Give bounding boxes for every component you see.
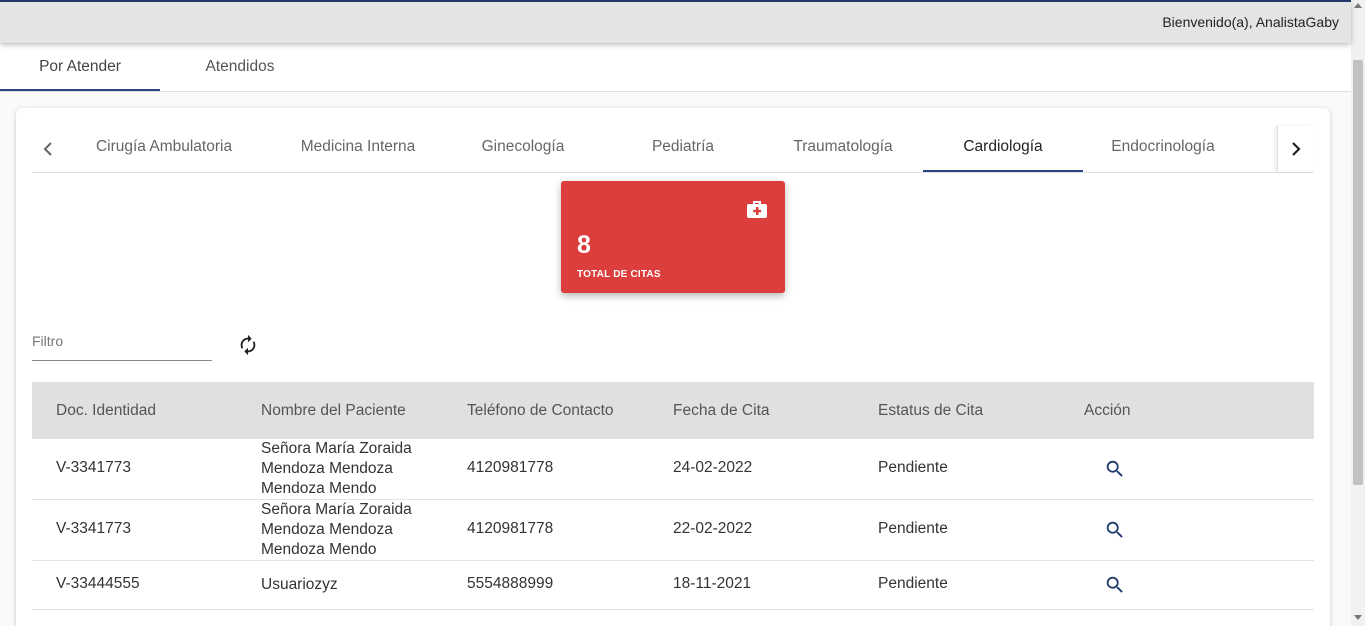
chevron-right-icon (1292, 142, 1301, 156)
tab-atendidos[interactable]: Atendidos (160, 44, 320, 91)
table-row: V-3341773 Señora María Zoraida Mendoza M… (32, 439, 1314, 500)
table-row: V-33444555 Usuariozyz 5554888999 18-11-2… (32, 561, 1314, 610)
search-icon[interactable] (1104, 458, 1126, 480)
tab-traumatologia[interactable]: Traumatología (763, 126, 923, 172)
tab-pediatria[interactable]: Pediatría (603, 126, 763, 172)
total-appointments-card: 8 TOTAL DE CITAS (561, 181, 785, 293)
table-row: V-3341773 Señora María Zoraida Mendoza M… (32, 500, 1314, 561)
header-phone: Teléfono de Contacto (467, 402, 614, 419)
tab-medicina-interna[interactable]: Medicina Interna (278, 126, 438, 172)
chevron-left-icon (43, 142, 52, 156)
cell-phone: 4120981778 (467, 520, 554, 537)
cell-doc: V-3341773 (56, 459, 131, 476)
search-icon[interactable] (1104, 574, 1126, 596)
filter-field (32, 330, 212, 361)
welcome-text: Bienvenido(a), AnalistaGaby (1162, 14, 1339, 30)
cell-phone: 5554888999 (467, 575, 554, 592)
tab-endocrinologia[interactable]: Endocrinología (1083, 126, 1243, 172)
specialty-tabs: Cirugía Ambulatoria Medicina Interna Gin… (32, 126, 1314, 173)
header-date: Fecha de Cita (673, 402, 770, 419)
tab-ginecologia[interactable]: Ginecología (443, 126, 603, 172)
top-bar: Bienvenido(a), AnalistaGaby (0, 0, 1351, 43)
header-status: Estatus de Cita (878, 402, 984, 419)
tab-cirugia-ambulatoria[interactable]: Cirugía Ambulatoria (84, 126, 244, 172)
cell-date: 24-02-2022 (673, 459, 753, 476)
filter-input[interactable] (32, 330, 212, 360)
cell-status: Pendiente (878, 575, 948, 592)
cell-name: Señora María Zoraida Mendoza Mendoza Men… (261, 501, 412, 558)
cell-status: Pendiente (878, 459, 948, 476)
cell-status: Pendiente (878, 520, 948, 537)
cell-date: 22-02-2022 (673, 520, 753, 537)
refresh-icon (240, 334, 256, 356)
cell-doc: V-3341773 (56, 520, 131, 537)
total-appointments-label: TOTAL DE CITAS (577, 269, 661, 280)
tab-cardiologia[interactable]: Cardiología (923, 126, 1083, 172)
appointments-card: Cirugía Ambulatoria Medicina Interna Gin… (16, 108, 1330, 626)
total-appointments-value: 8 (577, 231, 591, 259)
cell-phone: 4120981778 (467, 459, 554, 476)
table-header: Doc. Identidad Nombre del Paciente Teléf… (32, 382, 1314, 439)
refresh-button[interactable] (237, 334, 259, 356)
header-doc: Doc. Identidad (56, 402, 156, 419)
tabs-next-button[interactable] (1277, 126, 1314, 172)
scroll-up-arrow-icon[interactable] (1354, 3, 1362, 8)
tabs-prev-button[interactable] (32, 126, 64, 172)
appointments-table: Doc. Identidad Nombre del Paciente Teléf… (32, 382, 1314, 610)
header-name: Nombre del Paciente (261, 402, 406, 419)
medical-kit-icon (747, 201, 767, 218)
page-scrollbar[interactable] (1351, 0, 1365, 626)
scroll-thumb[interactable] (1353, 60, 1363, 485)
main-tabs: Por Atender Atendidos (0, 44, 1351, 92)
header-action: Acción (1084, 402, 1131, 419)
scroll-down-arrow-icon[interactable] (1354, 615, 1362, 620)
cell-name: Usuariozyz (261, 576, 338, 593)
search-icon[interactable] (1104, 519, 1126, 541)
cell-date: 18-11-2021 (673, 575, 752, 592)
cell-doc: V-33444555 (56, 575, 140, 592)
tab-por-atender[interactable]: Por Atender (0, 44, 160, 91)
cell-name: Señora María Zoraida Mendoza Mendoza Men… (261, 440, 412, 497)
